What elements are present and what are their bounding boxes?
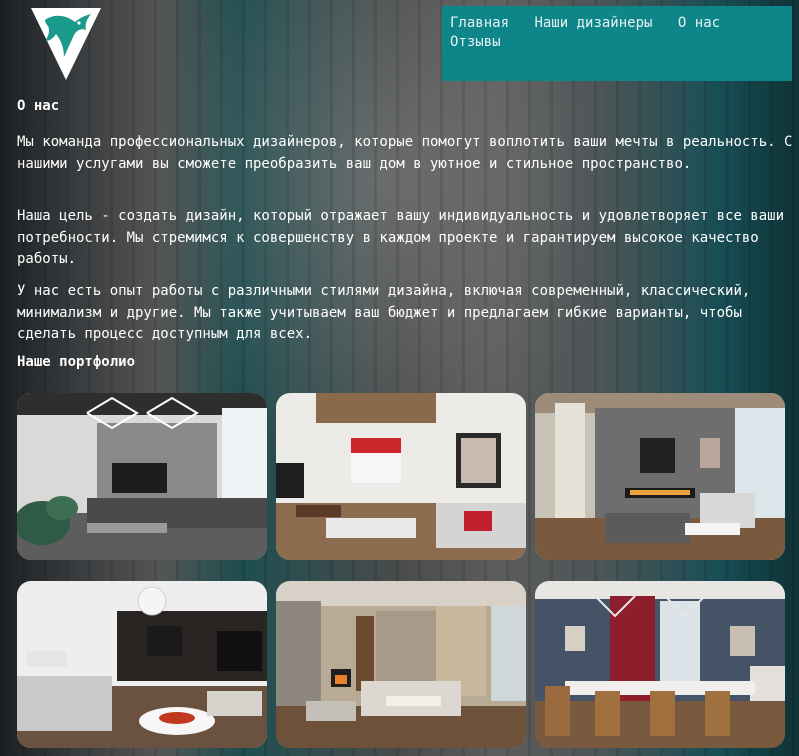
site-logo[interactable] [31, 8, 101, 80]
portfolio-photo-3[interactable] [535, 393, 785, 560]
about-heading: О нас [17, 98, 60, 114]
nav-item-reviews[interactable]: Отзывы [450, 34, 501, 50]
nav-item-about[interactable]: О нас [678, 15, 720, 31]
portfolio-photo-4[interactable] [17, 581, 267, 748]
about-paragraph-2: Наша цель - создать дизайн, который отра… [17, 208, 785, 267]
nav-item-home[interactable]: Главная [450, 15, 509, 31]
main-navigation: Главная Наши дизайнеры О нас Отзывы [442, 6, 792, 81]
phoenix-logo-icon [31, 8, 101, 80]
about-paragraph-1: Мы команда профессиональных дизайнеров, … [17, 134, 793, 172]
portfolio-photo-2[interactable] [276, 393, 526, 560]
about-paragraph-3: У нас есть опыт работы с различными стил… [17, 283, 751, 342]
portfolio-photo-6[interactable] [535, 581, 785, 748]
portfolio-heading: Наше портфолио [17, 354, 136, 370]
nav-item-designers[interactable]: Наши дизайнеры [534, 15, 652, 31]
portfolio-photo-5[interactable] [276, 581, 526, 748]
portfolio-photo-1[interactable] [17, 393, 267, 560]
